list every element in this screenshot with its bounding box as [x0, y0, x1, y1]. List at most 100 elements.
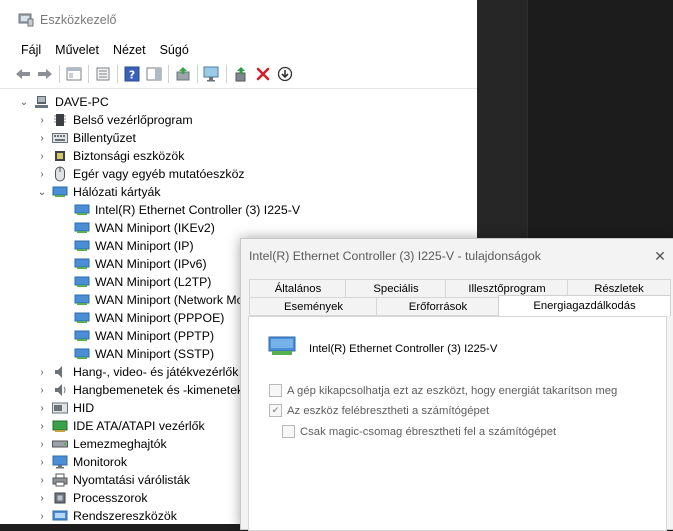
chevron-right-icon[interactable]: ›	[36, 438, 48, 450]
tree-device[interactable]: WAN Miniport (IKEv2)	[0, 219, 477, 237]
network-adapter-icon	[74, 221, 90, 235]
tree-root-label: DAVE-PC	[55, 95, 109, 109]
option-label: A gép kikapcsolhatja ezt az eszközt, hog…	[287, 384, 618, 397]
menu-view[interactable]: Nézet	[106, 43, 153, 57]
network-adapter-icon	[74, 293, 90, 307]
network-adapter-icon	[74, 203, 90, 217]
category-label: Billentyűzet	[73, 131, 136, 145]
keyboard-icon	[52, 131, 68, 145]
device-manager-app-icon	[18, 13, 34, 27]
audio-icon	[52, 365, 68, 379]
chevron-right-icon[interactable]: ›	[36, 420, 48, 432]
tree-root[interactable]: ⌄ DAVE-PC	[0, 93, 477, 111]
mouse-icon	[52, 166, 68, 182]
device-label: WAN Miniport (PPPOE)	[95, 311, 225, 325]
enable-device-icon[interactable]	[230, 63, 252, 85]
option-label: Az eszköz felébresztheti a számítógépet	[287, 404, 490, 417]
chevron-right-icon[interactable]: ›	[36, 150, 48, 162]
forward-arrow-icon[interactable]	[34, 63, 56, 85]
tab-power-management[interactable]: Energiagazdálkodás	[498, 295, 671, 316]
menu-action[interactable]: Művelet	[48, 43, 106, 57]
category-label: IDE ATA/ATAPI vezérlők	[73, 419, 205, 433]
update-driver-icon[interactable]	[172, 63, 194, 85]
tab-strip: Általános Speciális Illesztőprogram Rész…	[249, 273, 673, 316]
toolbar: ?	[0, 60, 477, 89]
tab-general[interactable]: Általános	[249, 279, 346, 297]
printer-icon	[52, 473, 68, 487]
device-name: Intel(R) Ethernet Controller (3) I225-V	[309, 342, 498, 355]
download-icon[interactable]	[274, 63, 296, 85]
network-adapter-icon	[267, 333, 297, 364]
chevron-right-icon[interactable]: ›	[36, 474, 48, 486]
option-allow-turn-off[interactable]: A gép kikapcsolhatja ezt az eszközt, hog…	[269, 384, 617, 397]
network-adapter-icon	[74, 257, 90, 271]
checkbox-allow-turn-off[interactable]	[269, 384, 282, 397]
category-label: Hálózati kártyák	[73, 185, 161, 199]
action-pane-icon[interactable]	[143, 63, 165, 85]
toolbar-separator	[226, 65, 227, 83]
device-label: WAN Miniport (IPv6)	[95, 257, 207, 271]
menu-file[interactable]: Fájl	[14, 43, 48, 57]
device-label: WAN Miniport (L2TP)	[95, 275, 212, 289]
tree-category[interactable]: › Egér vagy egyéb mutatóeszköz	[0, 165, 477, 183]
network-adapter-icon	[74, 311, 90, 325]
tab-resources[interactable]: Erőforrások	[376, 297, 499, 316]
firmware-icon	[52, 113, 68, 127]
tree-category[interactable]: › Billentyűzet	[0, 129, 477, 147]
chevron-right-icon[interactable]: ›	[36, 384, 48, 396]
chevron-right-icon[interactable]: ›	[36, 168, 48, 180]
help-icon[interactable]: ?	[121, 63, 143, 85]
disk-icon	[52, 437, 68, 451]
toolbar-separator	[88, 65, 89, 83]
menu-bar: Fájl Művelet Nézet Súgó	[0, 40, 477, 60]
tree-device[interactable]: Intel(R) Ethernet Controller (3) I225-V	[0, 201, 477, 219]
tree-category-expanded[interactable]: ⌄ Hálózati kártyák	[0, 183, 477, 201]
chevron-right-icon[interactable]: ›	[36, 132, 48, 144]
category-label: Biztonsági eszközök	[73, 149, 185, 163]
chevron-right-icon[interactable]: ›	[36, 114, 48, 126]
back-arrow-icon[interactable]	[12, 63, 34, 85]
category-label: HID	[73, 401, 95, 415]
checkbox-magic-packet[interactable]	[282, 425, 295, 438]
category-label: Processzorok	[73, 491, 148, 505]
tree-category[interactable]: › Biztonsági eszközök	[0, 147, 477, 165]
option-allow-wake[interactable]: ✔ Az eszköz felébresztheti a számítógépe…	[269, 404, 489, 417]
system-icon	[52, 509, 68, 523]
network-adapter-icon	[74, 275, 90, 289]
category-label: Rendszereszközök	[73, 509, 177, 523]
chevron-right-icon[interactable]: ›	[36, 456, 48, 468]
device-label: WAN Miniport (IKEv2)	[95, 221, 215, 235]
scan-hardware-icon[interactable]	[201, 63, 223, 85]
dialog-title: Intel(R) Ethernet Controller (3) I225-V …	[249, 249, 541, 263]
checkbox-allow-wake[interactable]: ✔	[269, 404, 282, 417]
chevron-right-icon[interactable]: ›	[36, 510, 48, 522]
chevron-right-icon[interactable]: ›	[36, 366, 48, 378]
category-label: Lemezmeghajtók	[73, 437, 167, 451]
ide-icon	[52, 419, 68, 433]
chevron-right-icon[interactable]: ›	[36, 492, 48, 504]
tab-events[interactable]: Események	[249, 297, 377, 316]
chevron-right-icon[interactable]: ›	[36, 402, 48, 414]
uninstall-icon[interactable]	[252, 63, 274, 85]
device-label: WAN Miniport (Network Mo	[95, 293, 244, 307]
show-hide-tree-icon[interactable]	[63, 63, 85, 85]
monitor-icon	[52, 455, 68, 469]
window-title: Eszközkezelő	[40, 13, 117, 27]
option-magic-packet[interactable]: Csak magic-csomag ébresztheti fel a szám…	[282, 425, 556, 438]
category-label: Nyomtatási várólisták	[73, 473, 190, 487]
title-bar: Eszközkezelő	[0, 0, 477, 40]
cpu-icon	[52, 491, 68, 505]
menu-help[interactable]: Súgó	[153, 43, 196, 57]
tree-category[interactable]: › Belső vezérlőprogram	[0, 111, 477, 129]
tab-advanced[interactable]: Speciális	[345, 279, 446, 297]
close-icon[interactable]: ✕	[653, 249, 667, 263]
properties-dialog: Intel(R) Ethernet Controller (3) I225-V …	[240, 238, 673, 531]
network-adapter-icon	[74, 239, 90, 253]
option-label: Csak magic-csomag ébresztheti fel a szám…	[300, 425, 557, 438]
properties-icon[interactable]	[92, 63, 114, 85]
network-adapter-icon	[74, 329, 90, 343]
chevron-down-icon[interactable]: ⌄	[18, 96, 30, 108]
chevron-down-icon[interactable]: ⌄	[36, 186, 48, 198]
category-label: Belső vezérlőprogram	[73, 113, 193, 127]
svg-text:?: ?	[129, 69, 135, 82]
